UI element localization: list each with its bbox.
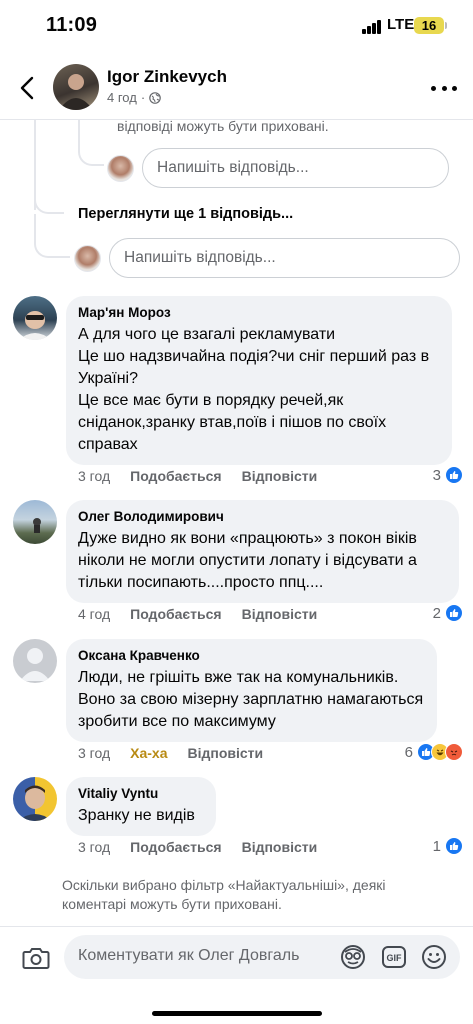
author-name[interactable]: Igor Zinkevych — [107, 67, 227, 87]
meta-separator: · — [140, 90, 146, 105]
comment-actions: 4 год Подобається Відповісти — [78, 606, 337, 622]
avatar-sticker-icon — [341, 945, 365, 969]
post-header: Igor Zinkevych 4 год · — [0, 56, 473, 120]
reaction-count: 1 — [432, 837, 441, 855]
like-reaction-icon — [445, 604, 463, 622]
avatar-sticker-button[interactable] — [340, 944, 366, 970]
reaction-summary[interactable]: 6 — [405, 743, 463, 761]
thread-curve-outer-1 — [34, 190, 64, 214]
like-button[interactable]: Подобається — [130, 468, 221, 484]
avatar[interactable] — [13, 639, 57, 683]
comment-actions: 3 год Подобається Відповісти — [78, 468, 337, 484]
comment-time: 4 год — [78, 606, 111, 622]
reply-composer-1: Напишіть відповідь... — [107, 148, 449, 188]
comment-time: 3 год — [78, 745, 111, 761]
comment-input-placeholder: Коментувати як Олег Довгаль — [78, 947, 300, 964]
battery-tip — [445, 22, 447, 29]
emoji-icon — [422, 945, 446, 969]
post-meta: 4 год · — [107, 90, 161, 105]
back-button[interactable] — [12, 70, 42, 106]
network-label: LTE — [387, 16, 415, 33]
reaction-count: 6 — [404, 743, 413, 761]
comment-actions: 3 год Ха-ха Відповісти — [78, 745, 283, 761]
comment-text: А для чого це взагалі рекламувати Це шо … — [78, 326, 430, 453]
like-reaction-icon — [445, 837, 463, 855]
comment-composer: Коментувати як Олег Довгаль GIF — [0, 926, 473, 1024]
comment-input[interactable]: Коментувати як Олег Довгаль GIF — [64, 935, 460, 979]
commenter-name[interactable]: Мар'ян Мороз — [78, 304, 440, 321]
status-time: 11:09 — [46, 14, 98, 36]
angry-reaction-icon — [445, 743, 463, 761]
avatar[interactable] — [13, 296, 57, 340]
comment-bubble: Vitaliy Vyntu Зранку не видів — [66, 777, 216, 836]
comment-text: Дуже видно як вони «працюють» з покон ві… — [78, 530, 417, 591]
reaction-count: 2 — [432, 604, 441, 622]
comment-actions: 3 год Подобається Відповісти — [78, 839, 337, 855]
reaction-summary[interactable]: 2 — [433, 604, 463, 622]
reply-input[interactable]: Напишіть відповідь... — [109, 238, 460, 278]
hidden-replies-notice: відповіді можуть бути приховані. — [117, 118, 329, 134]
home-indicator — [152, 1011, 322, 1016]
comment-text: Люди, не грішіть вже так на комунальникі… — [78, 669, 424, 730]
thread-curve-outer-2 — [34, 214, 70, 258]
like-button[interactable]: Подобається — [130, 606, 221, 622]
commenter-name[interactable]: Оксана Кравченко — [78, 647, 425, 664]
gif-button[interactable]: GIF — [381, 944, 407, 970]
reply-button[interactable]: Відповісти — [242, 839, 318, 855]
commenter-name[interactable]: Vitaliy Vyntu — [78, 785, 204, 802]
post-time: 4 год — [107, 90, 137, 105]
globe-icon — [149, 91, 161, 104]
chevron-left-icon — [20, 76, 34, 100]
reply-button[interactable]: Відповісти — [187, 745, 263, 761]
avatar — [74, 244, 101, 272]
camera-icon — [22, 948, 50, 969]
avatar[interactable] — [13, 777, 57, 821]
comment-bubble: Оксана Кравченко Люди, не грішіть вже та… — [66, 639, 437, 742]
commenter-name[interactable]: Олег Володимирович — [78, 508, 447, 525]
reply-button[interactable]: Відповісти — [242, 468, 318, 484]
like-button[interactable]: Подобається — [130, 839, 221, 855]
reply-button[interactable]: Відповісти — [242, 606, 318, 622]
haha-reaction-button[interactable]: Ха-ха — [130, 745, 167, 761]
reply-composer-2: Напишіть відповідь... — [74, 238, 460, 278]
comment-bubble: Мар'ян Мороз А для чого це взагалі рекла… — [66, 296, 452, 465]
comment-time: 3 год — [78, 468, 111, 484]
view-more-replies-link[interactable]: Переглянути ще 1 відповідь... — [78, 206, 293, 222]
thread-curve-inner — [78, 140, 104, 166]
reaction-summary[interactable]: 1 — [433, 837, 463, 855]
comment-text: Зранку не видів — [78, 807, 195, 824]
like-reaction-icon — [445, 466, 463, 484]
battery-icon: 16 — [414, 17, 444, 34]
author-avatar[interactable] — [53, 64, 99, 110]
emoji-button[interactable] — [421, 944, 447, 970]
svg-text:GIF: GIF — [387, 953, 403, 963]
reaction-summary[interactable]: 3 — [433, 466, 463, 484]
gif-icon: GIF — [382, 946, 406, 968]
comment-time: 3 год — [78, 839, 111, 855]
status-bar: 11:09 LTE 16 — [0, 0, 473, 52]
reply-input[interactable]: Напишіть відповідь... — [142, 148, 449, 188]
more-options-button[interactable] — [431, 78, 457, 98]
filter-notice: Оскільки вибрано фільтр «Найактуальніші»… — [62, 877, 386, 912]
signal-icon — [362, 20, 382, 34]
camera-button[interactable] — [22, 945, 50, 971]
comment-bubble: Олег Володимирович Дуже видно як вони «п… — [66, 500, 459, 603]
avatar — [107, 154, 134, 182]
avatar[interactable] — [13, 500, 57, 544]
reaction-count: 3 — [432, 466, 441, 484]
